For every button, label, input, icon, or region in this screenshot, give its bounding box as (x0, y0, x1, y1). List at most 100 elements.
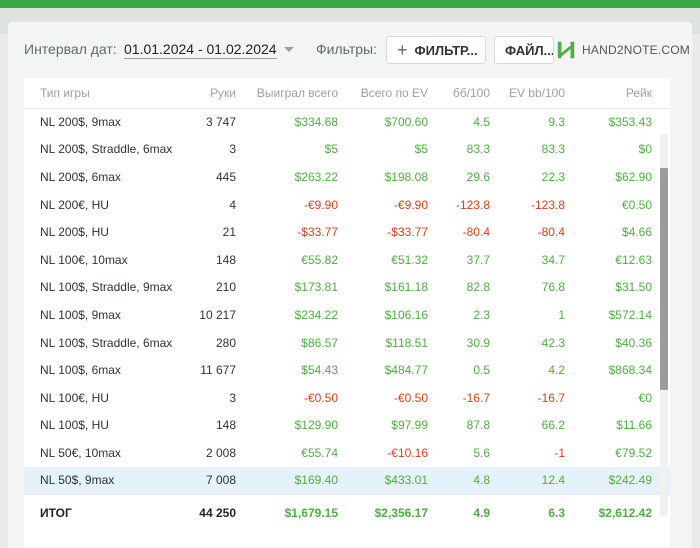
table-row[interactable]: NL 50€, 10max 2 008 €55.74 -€10.16 5.6 -1 €79.… (24, 439, 670, 467)
cell-ev-bb100: 12.4 (508, 466, 583, 495)
cell-hands: 210 (215, 280, 236, 295)
cell-ev-total: $161.18 (384, 280, 428, 295)
cell-hands: 3 747 (205, 115, 236, 130)
file-button[interactable]: ФАЙЛ... (494, 36, 554, 64)
table-row[interactable]: NL 200$, HU 21 -$33.77 -$33.77 -80.4 -80.4 $4.… (24, 218, 670, 246)
table-header-row: Тип игры Руки Выиграл всего Всего по EV … (24, 78, 670, 109)
cell-won-total: $5 (324, 142, 338, 157)
table-row[interactable]: NL 50$, 9max 7 008 $169.40 $433.01 4.8 12.4 $2… (24, 466, 670, 495)
cell-rake: $353.43 (608, 115, 652, 130)
cell-ev-total: -€0.50 (393, 390, 428, 405)
table-row[interactable]: NL 100$, Straddle, 9max 210 $173.81 $161.18… (24, 274, 670, 302)
cell-rake: $0 (638, 142, 652, 157)
cell-bb100: 30.9 (466, 335, 490, 350)
cell-bb100: 4.8 (446, 466, 508, 495)
table-row[interactable]: NL 100$, Straddle, 6max 280 $86.57 $118.51 3… (24, 329, 670, 357)
cell-ev-bb100: -1 (554, 445, 565, 460)
cell-bb100: 29.6 (466, 169, 490, 184)
stats-table: Тип игры Руки Выиграл всего Всего по EV … (24, 78, 670, 531)
cell-rake: €79.52 (615, 445, 652, 460)
cell-won-total: -$33.77 (297, 225, 338, 240)
cell-hands: 10 217 (199, 307, 236, 322)
cell-won-total: €55.82 (301, 252, 338, 267)
plus-icon: + (397, 40, 408, 60)
vertical-scrollbar-thumb[interactable] (660, 168, 668, 390)
total-rake: $2,612.42 (583, 493, 670, 531)
hand2note-logo-icon (557, 41, 575, 59)
cell-bb100: -123.8 (455, 197, 490, 212)
logo-text: HAND2NOTE.COM (582, 43, 690, 57)
table-row[interactable]: NL 100$, 9max 10 217 $234.22 $106.16 2.3 1 $57… (24, 301, 670, 329)
table-row[interactable]: NL 100$, HU 148 $129.90 $97.99 87.8 66.2 $11.6… (24, 412, 670, 440)
cell-won-total: $263.22 (294, 169, 338, 184)
cell-ev-bb100: 66.2 (541, 418, 565, 433)
cell-hands: 445 (215, 169, 236, 184)
table-row[interactable]: NL 100$, 6max 11 677 $54.43 $484.77 0.5 4.2 $8… (24, 356, 670, 384)
table-row[interactable]: NL 200€, HU 4 -€9.90 -€9.90 -123.8 -123.8 €0.5… (24, 191, 670, 219)
cell-game-type: NL 200$, 9max (40, 115, 121, 130)
col-header-won-total[interactable]: Выиграл всего (254, 78, 356, 109)
total-won: $1,679.15 (254, 493, 356, 531)
cell-bb100: 5.6 (473, 445, 490, 460)
cell-game-type: NL 100€, 10max (40, 252, 128, 267)
table-row[interactable]: NL 100€, HU 3 -€0.50 -€0.50 -16.7 -16.7 €0 (24, 384, 670, 412)
cell-won-total: $173.81 (294, 280, 338, 295)
date-interval-selector[interactable]: 01.01.2024 - 01.02.2024 (124, 41, 277, 59)
col-header-rake[interactable]: Рейк (583, 78, 670, 109)
col-header-game-type[interactable]: Тип игры (24, 78, 188, 109)
cell-game-type: NL 100€, HU (40, 390, 109, 405)
stats-table-card: Тип игры Руки Выиграл всего Всего по EV … (24, 78, 670, 548)
table-row[interactable]: NL 100€, 10max 148 €55.82 €51.32 37.7 34.7 €12… (24, 246, 670, 274)
cell-hands: 3 (229, 390, 236, 405)
table-row[interactable]: NL 200$, 6max 445 $263.22 $198.08 29.6 22.3 $6… (24, 163, 670, 191)
cell-game-type: NL 200$, 6max (40, 169, 121, 184)
col-header-ev-total[interactable]: Всего по EV (356, 78, 446, 109)
cell-won-total: $334.68 (294, 115, 338, 130)
chevron-down-icon[interactable] (284, 47, 294, 52)
cell-bb100: 37.7 (466, 252, 490, 267)
cell-bb100: 82.8 (466, 280, 490, 295)
cell-game-type: NL 100$, 6max (40, 363, 121, 378)
cell-hands: 2 008 (205, 445, 236, 460)
cell-ev-total: €51.32 (391, 252, 428, 267)
cell-bb100: -16.7 (462, 390, 490, 405)
cell-won-total: $234.22 (294, 307, 338, 322)
cell-game-type: NL 200$, Straddle, 6max (40, 142, 173, 157)
filter-button[interactable]: + ФИЛЬТР... (386, 36, 486, 64)
cell-hands: 148 (215, 418, 236, 433)
cell-bb100: 4.5 (473, 115, 490, 130)
cell-ev-total: $5 (414, 142, 428, 157)
cell-rake: $31.50 (615, 280, 652, 295)
cell-ev-total: $118.51 (385, 335, 429, 350)
interval-label: Интервал дат: (24, 41, 117, 57)
col-header-ev-bb100[interactable]: EV bb/100 (508, 78, 583, 109)
cell-ev-total: $700.60 (384, 115, 428, 130)
cell-game-type: NL 50€, 10max (40, 445, 121, 460)
cell-ev-bb100: 76.8 (541, 280, 565, 295)
total-label: ИТОГ (24, 493, 188, 531)
total-ev: $2,356.17 (356, 493, 446, 531)
cell-ev-bb100: 4.2 (548, 363, 565, 378)
table-row[interactable]: NL 200$, 9max 3 747 $334.68 $700.60 4.5 9.3 $3… (24, 108, 670, 136)
cell-hands: 148 (215, 252, 236, 267)
cell-ev-bb100: -123.8 (530, 197, 565, 212)
cell-ev-bb100: 1 (558, 307, 565, 322)
cell-ev-bb100: -16.7 (537, 390, 565, 405)
cell-rake: $40.36 (615, 335, 652, 350)
cell-game-type: NL 50$, 9max (24, 466, 188, 495)
cell-ev-bb100: 83.3 (541, 142, 565, 157)
cell-ev-bb100: 22.3 (541, 169, 565, 184)
cell-rake: $572.14 (608, 307, 652, 322)
cell-ev-total: $97.99 (391, 418, 428, 433)
filter-button-label: ФИЛЬТР... (414, 42, 478, 58)
cell-ev-total: $484.77 (384, 363, 428, 378)
table-row[interactable]: NL 200$, Straddle, 6max 3 $5 $5 83.3 83.3 $0 (24, 136, 670, 164)
cell-ev-bb100: 9.3 (548, 115, 565, 130)
col-header-hands[interactable]: Руки (188, 78, 254, 109)
cell-rake: $4.66 (621, 225, 652, 240)
col-header-bb100[interactable]: бб/100 (446, 78, 508, 109)
cell-game-type: NL 200$, HU (40, 225, 109, 240)
cell-ev-total: $198.08 (384, 169, 428, 184)
cell-bb100: -80.4 (462, 225, 490, 240)
cell-hands: 11 677 (200, 363, 236, 378)
